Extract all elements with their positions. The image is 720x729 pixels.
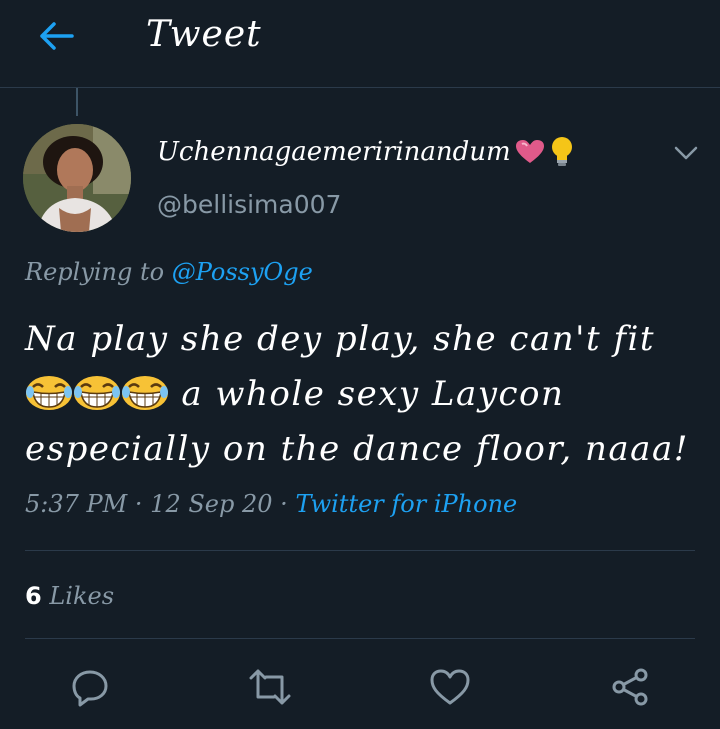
author-name-text: Uchennagaemeririnandum: [157, 137, 511, 167]
like-button[interactable]: [428, 665, 472, 709]
author-name[interactable]: Uchennagaemeririnandum: [157, 136, 575, 168]
lightbulb-icon: [551, 137, 572, 166]
reply-button[interactable]: [68, 665, 112, 709]
likes-number: 6: [25, 582, 42, 610]
more-options-button[interactable]: [668, 138, 704, 168]
meta-separator: ·: [134, 490, 143, 518]
likes-count[interactable]: 6 Likes: [25, 582, 114, 610]
like-icon: [430, 669, 470, 705]
reply-icon: [72, 670, 108, 707]
tweet-date: 12 Sep 20: [150, 490, 273, 518]
author-handle[interactable]: @bellisima007: [157, 190, 341, 219]
arrow-left-icon: [40, 22, 74, 50]
tweet-source-link[interactable]: Twitter for iPhone: [295, 490, 517, 518]
chevron-down-icon: [674, 146, 698, 160]
heart-icon: [515, 140, 544, 163]
divider: [25, 638, 695, 639]
tweet-body: Na play she dey play, she can't fit a wh…: [25, 312, 705, 477]
grinning-sweat-emoji-icon: [26, 376, 72, 410]
replying-to-mention[interactable]: @PossyOge: [172, 258, 313, 286]
grinning-sweat-emoji-icon: [74, 376, 120, 410]
avatar[interactable]: [23, 124, 131, 232]
tweet-detail-page: Tweet Uchennagaemeririnandum @bellisima0…: [0, 0, 720, 729]
replying-to: Replying to @PossyOge: [25, 258, 313, 286]
thread-connector-line: [76, 88, 78, 116]
page-title: Tweet: [146, 14, 262, 55]
divider: [25, 550, 695, 551]
avatar-photo: [23, 124, 131, 232]
retweet-button[interactable]: [248, 665, 292, 709]
share-icon: [612, 668, 648, 706]
back-button[interactable]: [34, 14, 78, 58]
grinning-sweat-emoji-icon: [122, 376, 168, 410]
tweet-text-line-2: a whole sexy Laycon: [25, 367, 705, 422]
tweet-text-line-2-text: a whole sexy Laycon: [181, 374, 565, 414]
tweet-time: 5:37 PM: [25, 490, 128, 518]
tweet-text-line-3: especially on the dance floor, naaa!: [25, 429, 689, 469]
top-bar: Tweet: [0, 0, 720, 88]
replying-to-label: Replying to: [25, 258, 165, 286]
tweet-meta: 5:37 PM · 12 Sep 20 · Twitter for iPhone: [25, 490, 517, 518]
meta-separator: ·: [280, 490, 288, 518]
likes-label: Likes: [49, 582, 115, 610]
share-button[interactable]: [608, 665, 652, 709]
tweet-text-line-1: Na play she dey play, she can't fit: [25, 319, 656, 359]
retweet-icon: [249, 669, 291, 705]
